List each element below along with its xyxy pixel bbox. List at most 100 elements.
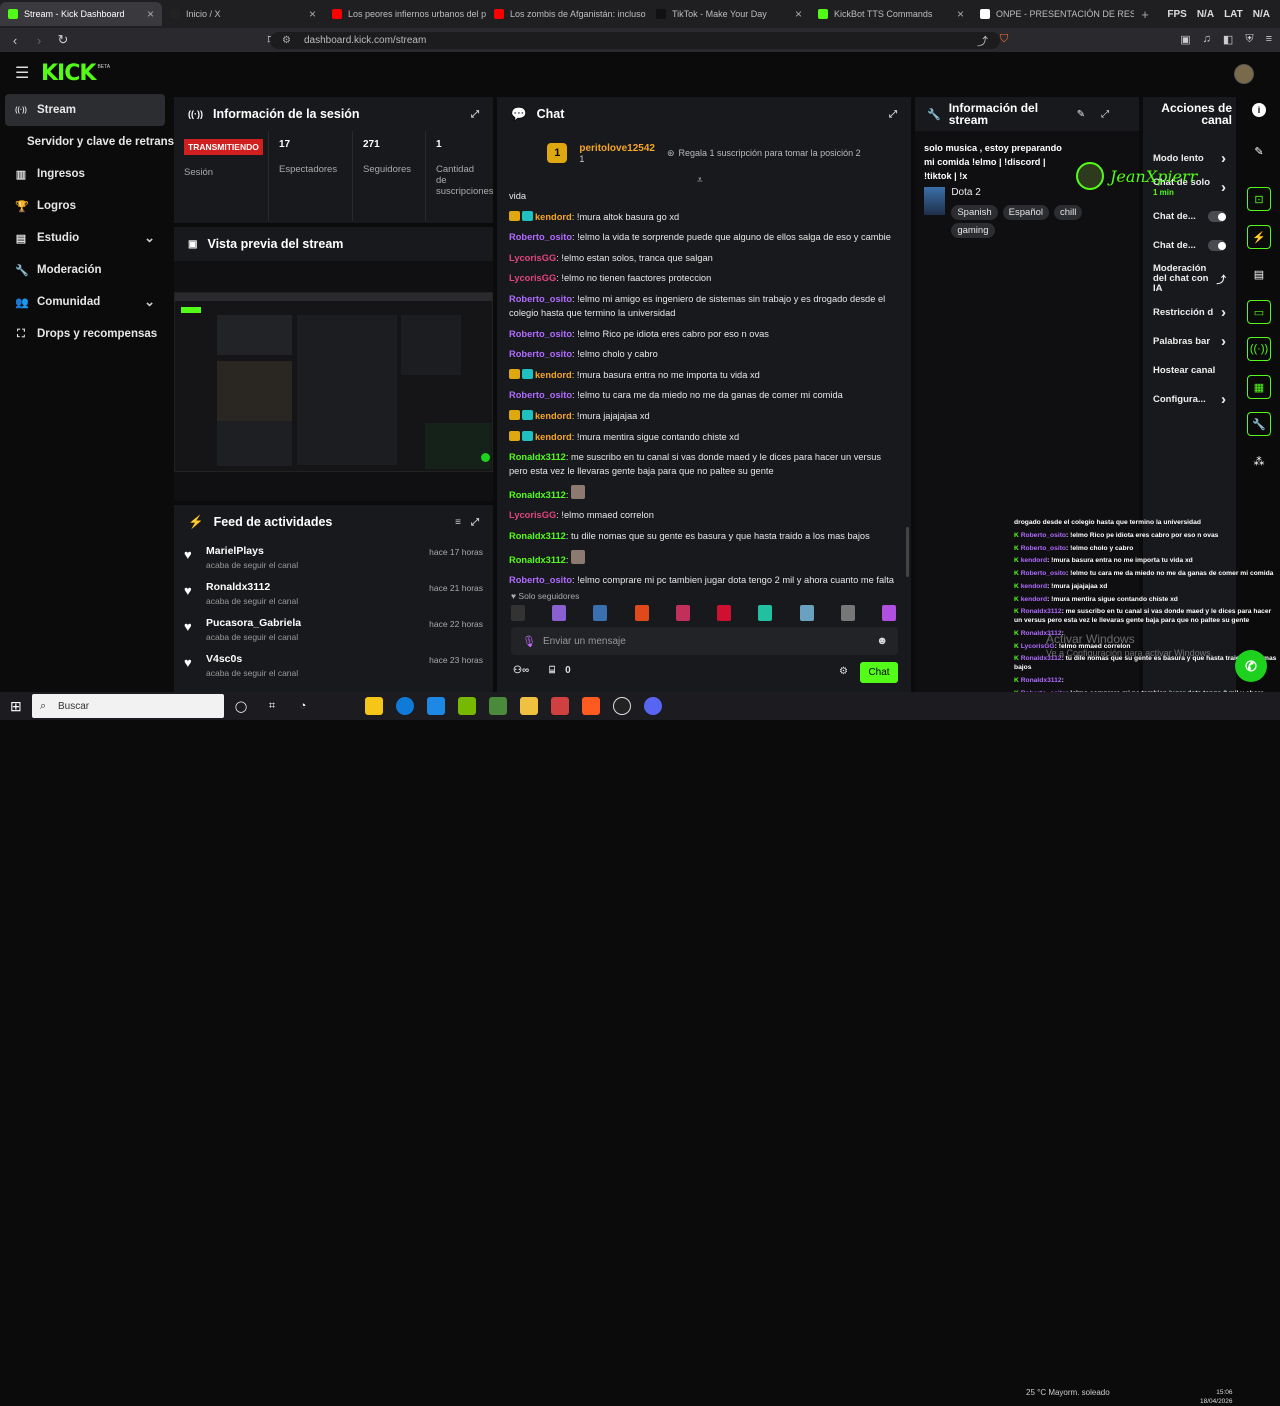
emote-icon[interactable] <box>675 605 690 621</box>
browser-tab[interactable]: Inicio / X × <box>162 2 324 26</box>
chat-icon[interactable]: ▭ <box>1247 300 1271 324</box>
community-icon[interactable]: ⁂ <box>1247 449 1271 473</box>
toggle-switch[interactable] <box>1208 240 1226 251</box>
reload-icon[interactable]: ↻ <box>54 32 72 48</box>
chevron-down-icon[interactable]: ⌄ <box>144 294 155 310</box>
chat-username[interactable]: kendord <box>535 370 572 380</box>
chat-username[interactable]: Roberto_osito <box>509 294 572 304</box>
screenshot-icon[interactable]: ▣ <box>1180 33 1190 49</box>
browser-tab[interactable]: Stream - Kick Dashboard × <box>0 2 162 26</box>
chat-username[interactable]: kendord <box>535 212 572 222</box>
browser-tab[interactable]: Los zombis de Afganistán: incluso lo× <box>486 2 648 26</box>
send-chat-button[interactable]: Chat <box>860 662 898 683</box>
close-tab-icon[interactable]: × <box>309 7 316 21</box>
taskbar-search[interactable]: ⌕ Buscar <box>32 694 224 718</box>
stream-tag[interactable]: chill <box>1054 205 1083 220</box>
channel-action[interactable]: Chat de... <box>1143 231 1236 260</box>
emote-icon[interactable] <box>552 605 567 621</box>
emote-icon[interactable] <box>758 605 773 621</box>
share-icon[interactable]: ⤴ <box>977 33 988 49</box>
chat-username[interactable]: LycorisGG <box>509 510 556 520</box>
gift-box-icon[interactable]: ⌸ <box>549 665 555 676</box>
document-icon[interactable]: ▤ <box>1247 262 1271 286</box>
emote-icon[interactable] <box>593 605 608 621</box>
new-tab-icon[interactable]: + <box>1134 7 1156 22</box>
sidebar-item-moderación[interactable]: 🔧 Moderación <box>0 254 170 286</box>
edge-icon[interactable] <box>396 697 414 715</box>
emote-icon[interactable] <box>840 605 855 621</box>
folder-icon[interactable] <box>520 697 538 715</box>
channel-action[interactable]: Configura... › <box>1143 385 1236 414</box>
popout-icon[interactable]: ⤢ <box>1101 109 1109 120</box>
emote-icon[interactable] <box>634 605 649 621</box>
nvidia-icon[interactable] <box>458 697 476 715</box>
mic-icon[interactable]: 🎙 <box>522 635 536 648</box>
browser-tab[interactable]: Los peores infiernos urbanos del pla× <box>324 2 486 26</box>
chevron-right-icon[interactable]: › <box>1221 391 1226 408</box>
feed-user[interactable]: MarielPlays <box>206 545 298 557</box>
app-icon[interactable] <box>551 697 569 715</box>
store-icon[interactable] <box>365 697 383 715</box>
channel-action[interactable]: Palabras bar › <box>1143 327 1236 356</box>
sidebar-toggle-icon[interactable]: ◧ <box>1223 33 1233 49</box>
sidebar-item-servidor[interactable]: Servidor y clave de retransm <box>0 126 184 158</box>
popout-icon[interactable]: ⤢ <box>471 517 479 528</box>
close-tab-icon[interactable]: × <box>795 7 802 21</box>
chat-username[interactable]: Roberto_osito <box>509 390 572 400</box>
url-field[interactable]: ⚙ dashboard.kick.com/stream <box>270 32 1000 49</box>
media-icon[interactable]: ▦ <box>1247 375 1271 399</box>
pencil-icon[interactable]: ✎ <box>1247 139 1271 163</box>
obs-icon[interactable] <box>613 697 631 715</box>
brave-shield-icon[interactable]: ⛉ <box>1000 33 1008 49</box>
music-icon[interactable]: ♫ <box>1203 33 1211 49</box>
emote-icon[interactable] <box>799 605 814 621</box>
mail-icon[interactable] <box>427 697 445 715</box>
vpn-icon[interactable]: ⛨ <box>1245 33 1253 49</box>
user-avatar[interactable] <box>1234 64 1254 84</box>
chat-username[interactable]: Ronaldx3112 <box>509 531 566 541</box>
chat-username[interactable]: kendord <box>535 432 572 442</box>
edit-icon[interactable]: ✎ <box>1077 109 1085 120</box>
points-icon[interactable]: ⚇∞ <box>513 665 529 676</box>
kick-logo[interactable]: KICK <box>41 61 96 86</box>
gift-sub-cta[interactable]: ⊛ Regala 1 suscripción para tomar la pos… <box>667 148 861 159</box>
whatsapp-fab[interactable]: ✆ <box>1235 650 1267 682</box>
popout-icon[interactable]: ⤢ <box>471 109 479 120</box>
sidebar-item-estudio[interactable]: ▤ Estudio ⌄ <box>0 222 170 254</box>
sidebar-item-comunidad[interactable]: 👥 Comunidad ⌄ <box>0 286 170 318</box>
chat-input[interactable]: 🎙 Enviar un mensaje ☻ <box>511 627 898 655</box>
toggle-switch[interactable] <box>1208 211 1226 222</box>
sidebar-item-logros[interactable]: 🏆 Logros <box>0 190 170 222</box>
chevron-right-icon[interactable]: › <box>1221 333 1226 350</box>
close-tab-icon[interactable]: × <box>147 7 154 21</box>
stream-tag[interactable]: Español <box>1002 205 1050 220</box>
stream-preview-video[interactable] <box>174 292 493 472</box>
chat-username[interactable]: Roberto_osito <box>509 575 572 585</box>
pinned-user[interactable]: peritolove12542 <box>579 143 655 154</box>
sidebar-item-drops[interactable]: ⛶ Drops y recompensas <box>0 318 170 350</box>
discord-icon[interactable] <box>644 697 662 715</box>
clock[interactable]: 15:06 18/04/2026 <box>1200 1388 1233 1406</box>
brave-icon[interactable] <box>582 697 600 715</box>
forward-icon[interactable]: › <box>30 33 48 48</box>
popout-icon[interactable]: ⤢ <box>889 109 897 120</box>
feed-user[interactable]: V4sc0s <box>206 653 298 665</box>
stream-tag[interactable]: gaming <box>951 223 995 238</box>
info-icon[interactable]: i <box>1252 103 1266 117</box>
external-link-icon[interactable]: ⤴ <box>1216 272 1226 286</box>
chat-settings-icon[interactable]: ⚙ <box>839 666 848 677</box>
chat-username[interactable]: Roberto_osito <box>509 329 572 339</box>
chat-username[interactable]: kendord <box>535 411 572 421</box>
channel-action[interactable]: Restricción d › <box>1143 298 1236 327</box>
channel-action[interactable]: Hostear canal <box>1143 356 1236 385</box>
channel-action[interactable]: Chat de... <box>1143 202 1236 231</box>
feed-user[interactable]: Ronaldx3112 <box>206 581 298 593</box>
weather-widget[interactable]: 25 °C Mayorm. soleado <box>1026 1388 1110 1397</box>
sidebar-item-ingresos[interactable]: ▥ Ingresos <box>0 158 170 190</box>
emote-icon[interactable] <box>511 605 525 621</box>
emoji-icon[interactable]: ☻ <box>876 635 888 647</box>
windows-start-icon[interactable]: ⊞ <box>10 698 22 715</box>
feed-user[interactable]: Pucasora_Gabriela <box>206 617 301 629</box>
browser-tab[interactable]: TikTok - Make Your Day × <box>648 2 810 26</box>
tools-icon[interactable]: 🔧 <box>1247 412 1271 436</box>
